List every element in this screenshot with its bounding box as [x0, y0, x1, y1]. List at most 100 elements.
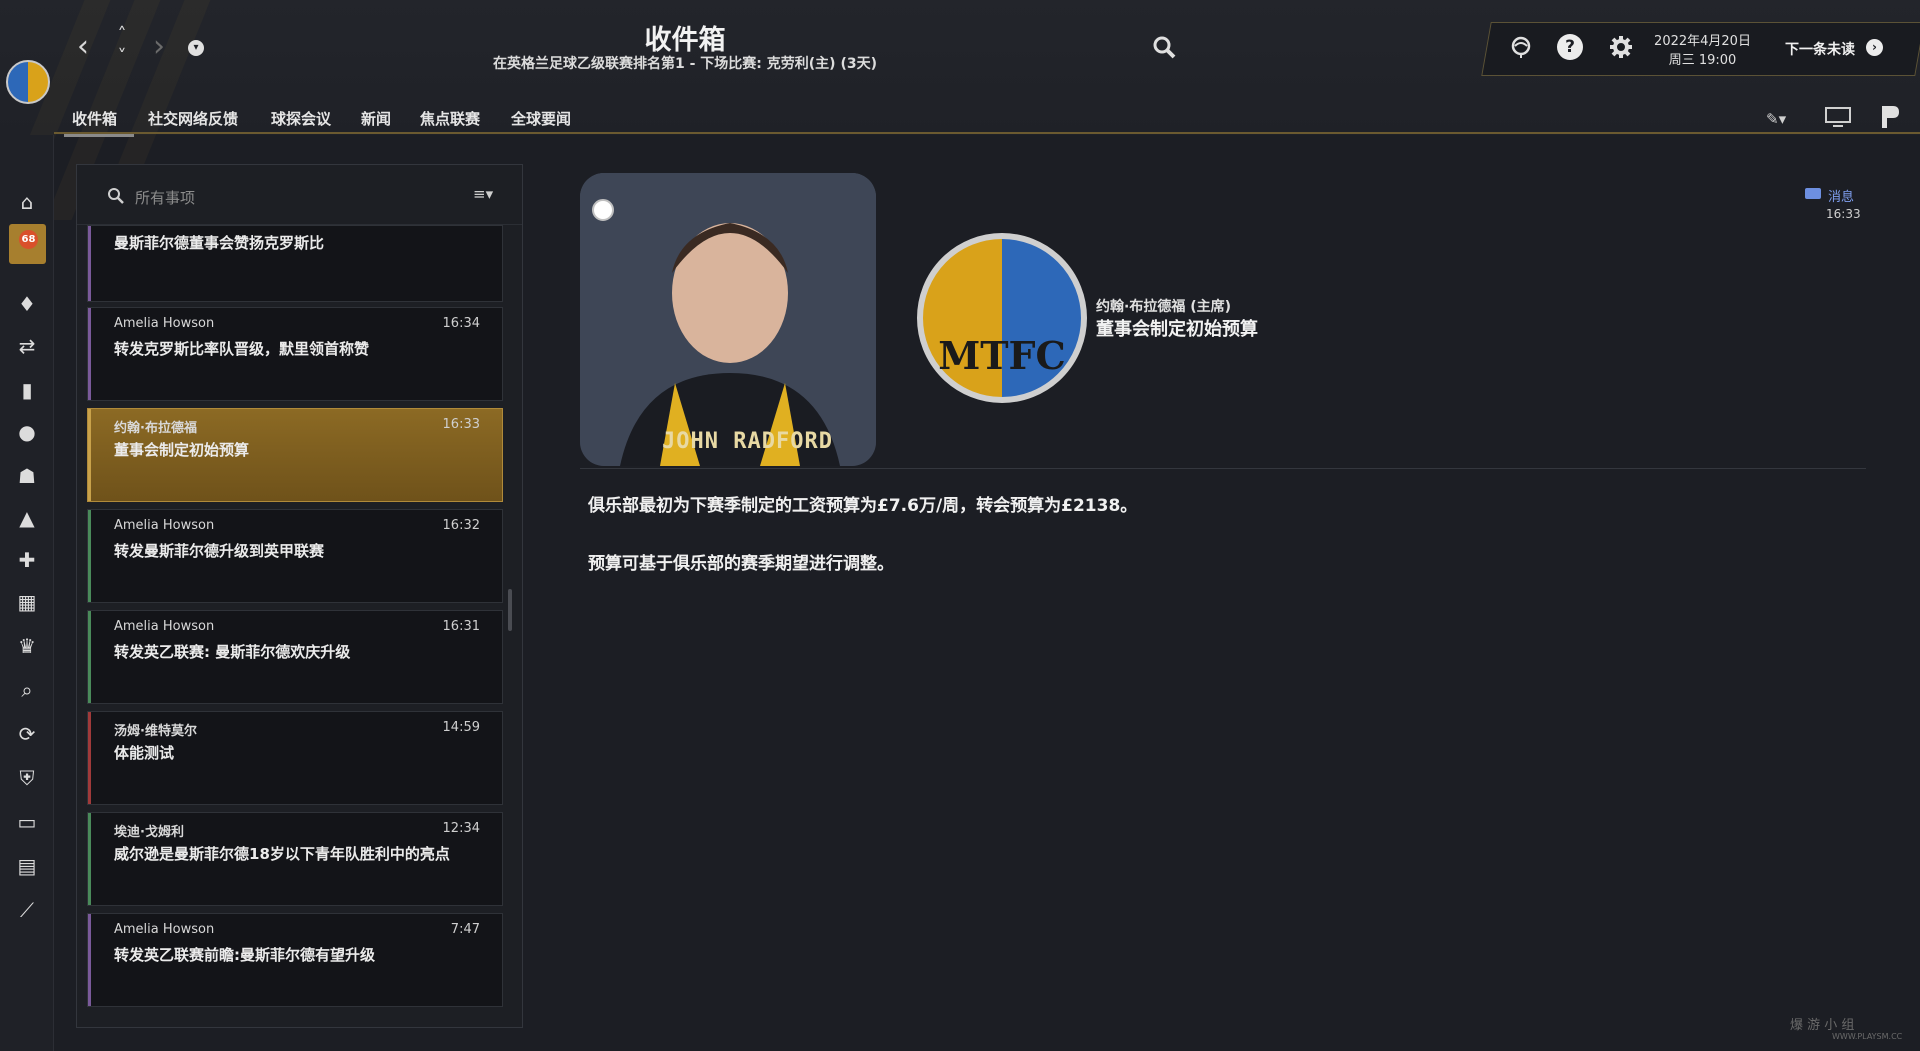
message-subject: 转发克罗斯比率队晋级，默里领首称赞 — [114, 340, 370, 358]
message-item[interactable]: 汤姆·维特莫尔 14:59 体能测试 — [87, 711, 503, 805]
message-sender: 埃迪·戈姆利 — [114, 825, 184, 840]
message-sender: Amelia Howson — [114, 518, 215, 533]
message-category-bar — [88, 712, 91, 804]
message-subject: 转发英乙联赛前瞻:曼斯菲尔德有望升级 — [114, 946, 376, 964]
game-date: 2022年4月20日 — [1654, 34, 1751, 49]
down-arrow-icon[interactable]: ˅ — [108, 48, 136, 66]
search-icon[interactable] — [107, 187, 125, 205]
message-item[interactable]: Amelia Howson 7:47 转发英乙联赛前瞻:曼斯菲尔德有望升级 — [87, 913, 503, 1007]
message-type-tag: 消息 — [1828, 190, 1855, 205]
watermark-url: WWW.PLAYSM.CC — [1832, 1032, 1903, 1041]
active-tab-indicator — [64, 134, 134, 137]
message-time: 12:34 — [442, 821, 480, 836]
header-divider — [54, 132, 1920, 134]
message-body-line: 俱乐部最初为下赛季制定的工资预算为£7.6万/周，转会预算为£2138。 — [588, 496, 1138, 516]
stats-icon[interactable]: ⟋ — [13, 896, 41, 924]
briefcase-icon[interactable]: ▭ — [13, 808, 41, 836]
content-divider — [580, 468, 1866, 469]
gear-icon[interactable] — [1608, 34, 1634, 60]
sender-name-role: 约翰·布拉德福 (主席) — [1096, 299, 1231, 315]
message-subject: 董事会制定初始预算 — [114, 441, 250, 459]
message-item-selected[interactable]: 约翰·布拉德福 16:33 董事会制定初始预算 — [87, 408, 503, 502]
pin-icon[interactable] — [1879, 104, 1901, 130]
globe-icon[interactable] — [1508, 34, 1534, 60]
refresh-icon[interactable]: ⟳ — [13, 720, 41, 748]
message-item[interactable]: Amelia Howson 16:32 转发曼斯菲尔德升级到英甲联赛 — [87, 509, 503, 603]
message-item[interactable]: 曼斯菲尔德董事会赞扬克罗斯比 — [87, 225, 503, 302]
up-arrow-icon[interactable]: ˄ — [108, 26, 136, 44]
message-sender: 约翰·布拉德福 — [114, 421, 197, 436]
message-time: 16:32 — [442, 518, 480, 533]
message-item[interactable]: Amelia Howson 16:34 转发克罗斯比率队晋级，默里领首称赞 — [87, 307, 503, 401]
page-subtitle: 在英格兰足球乙级联赛排名第1 - 下场比赛: 克劳利(主) (3天) — [493, 56, 877, 72]
filter-menu-icon[interactable]: ≡▾ — [473, 185, 509, 205]
monitor-icon[interactable] — [1825, 106, 1851, 128]
reports-icon[interactable]: ▮ — [13, 376, 41, 404]
trophy-icon[interactable]: ♛ — [13, 632, 41, 660]
message-time: 7:47 — [450, 922, 480, 937]
tab-news[interactable]: 新闻 — [361, 108, 391, 129]
back-arrow-icon[interactable]: ‹ — [68, 32, 98, 62]
search-input[interactable]: 所有事项 — [135, 187, 195, 208]
edit-dropdown-icon[interactable]: ✎▾ — [1766, 110, 1786, 128]
message-category-bar — [88, 611, 91, 703]
transfers-icon[interactable]: ⇄ — [13, 332, 41, 360]
search-icon[interactable] — [1148, 31, 1182, 65]
message-category-bar — [88, 510, 91, 602]
sender-portrait: JOHN RADFORD — [580, 173, 876, 466]
message-category-bar — [88, 308, 91, 400]
portrait-image — [580, 173, 876, 466]
crest-letters: MTFC — [938, 333, 1066, 378]
message-subject: 威尔逊是曼斯菲尔德18岁以下青年队胜利中的亮点 — [114, 845, 450, 863]
medical-icon[interactable]: ✚ — [13, 546, 41, 574]
message-tag-icon — [1805, 188, 1821, 199]
finance-icon[interactable]: ▤ — [13, 852, 41, 880]
message-subject: 董事会制定初始预算 — [1096, 319, 1258, 340]
message-category-bar — [88, 813, 91, 905]
portrait-scarf-text: JOHN RADFORD — [662, 429, 833, 454]
inbox-list-panel: 所有事项 ≡▾ 曼斯菲尔德董事会赞扬克罗斯比 Amelia Howson 16:34… — [76, 164, 523, 1028]
message-category-bar — [88, 914, 91, 1006]
game-day-time: 周三 19:00 — [1668, 53, 1737, 68]
page-title: 收件箱 — [644, 25, 726, 56]
search-icon[interactable]: ⌕ — [13, 676, 41, 704]
message-item[interactable]: 埃迪·戈姆利 12:34 威尔逊是曼斯菲尔德18岁以下青年队胜利中的亮点 — [87, 812, 503, 906]
scrollbar[interactable] — [508, 589, 512, 631]
message-category-bar — [88, 226, 91, 301]
shirt-icon[interactable]: ♦ — [13, 290, 41, 318]
message-sender: 汤姆·维特莫尔 — [114, 724, 197, 739]
home-icon[interactable]: ⌂ — [13, 188, 41, 216]
message-sender: Amelia Howson — [114, 619, 215, 634]
message-category-bar — [88, 409, 91, 501]
tab-focus-league[interactable]: 焦点联赛 — [420, 108, 480, 129]
message-subject: 转发英乙联赛: 曼斯菲尔德欢庆升级 — [114, 643, 351, 661]
message-sender: Amelia Howson — [114, 316, 215, 331]
inbox-search-row: 所有事项 ≡▾ — [77, 165, 522, 225]
ball-icon[interactable]: ● — [13, 418, 41, 446]
calendar-icon[interactable]: ▦ — [13, 588, 41, 616]
tab-social-feed[interactable]: 社交网络反馈 — [148, 108, 238, 129]
tab-world-news[interactable]: 全球要闻 — [511, 108, 571, 129]
shield-icon[interactable]: ⛨ — [13, 764, 41, 792]
message-time: 16:33 — [1826, 207, 1861, 221]
tab-inbox[interactable]: 收件箱 — [72, 108, 117, 129]
tab-scout-meeting[interactable]: 球探会议 — [271, 108, 331, 129]
message-time: 14:59 — [442, 720, 480, 735]
message-item[interactable]: Amelia Howson 16:31 转发英乙联赛: 曼斯菲尔德欢庆升级 — [87, 610, 503, 704]
next-unread-button[interactable]: 下一条未读 — [1785, 39, 1855, 59]
watermark: 爆 游 小 组 — [1790, 1018, 1855, 1033]
next-unread-icon[interactable]: › — [1866, 39, 1883, 56]
staff-icon[interactable]: ☗ — [13, 462, 41, 490]
message-time: 16:31 — [442, 619, 480, 634]
club-crest: MTFC — [917, 233, 1087, 403]
help-icon[interactable]: ? — [1557, 34, 1583, 60]
message-time: 16:33 — [442, 417, 480, 432]
unread-count-badge: 68 — [19, 230, 38, 249]
message-subject: 体能测试 — [114, 744, 175, 762]
history-dropdown-icon[interactable]: ▾ — [188, 40, 204, 56]
message-body-line: 预算可基于俱乐部的赛季期望进行调整。 — [588, 554, 894, 574]
training-icon[interactable]: ▲ — [13, 504, 41, 532]
message-time: 16:34 — [442, 316, 480, 331]
forward-arrow-icon[interactable]: › — [144, 32, 174, 62]
club-logo[interactable] — [6, 60, 50, 104]
